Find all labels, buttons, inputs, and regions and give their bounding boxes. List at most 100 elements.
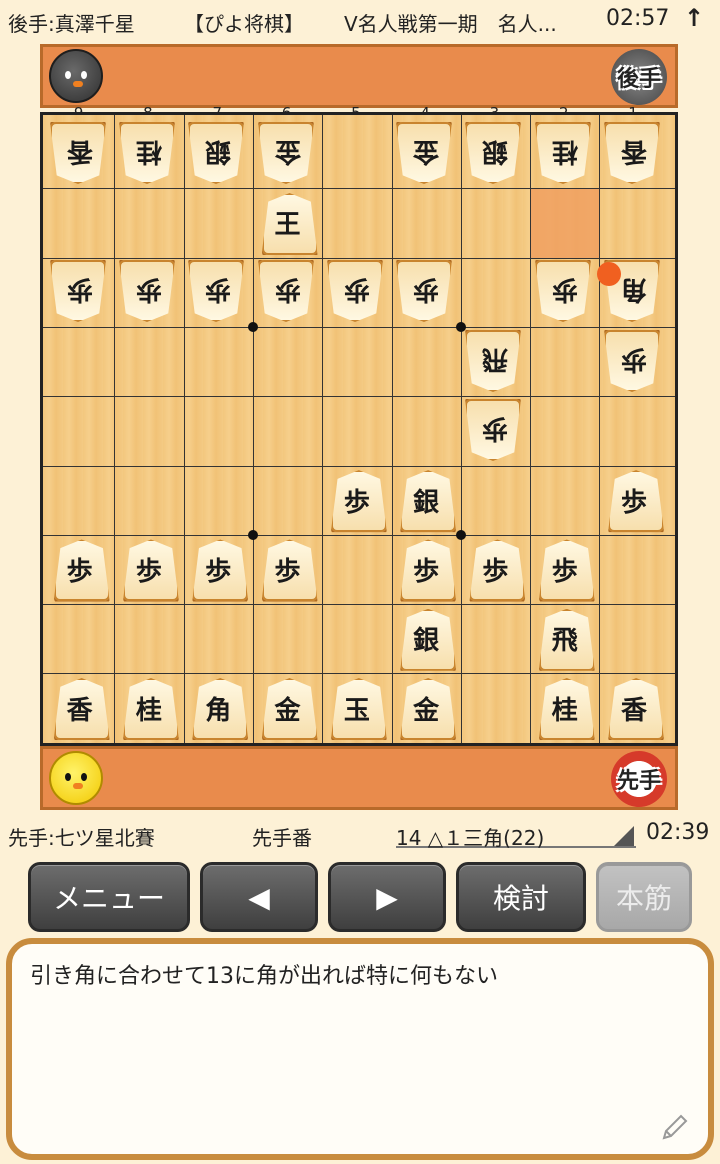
last-move-marker bbox=[597, 261, 622, 286]
piece-char: 香 bbox=[621, 695, 648, 726]
piece-char: 銀 bbox=[205, 136, 232, 167]
comment-box[interactable]: 引き角に合わせて13に角が出れば特に何もない bbox=[6, 938, 714, 1160]
piece-sente-16[interactable]: 歩 bbox=[604, 468, 664, 532]
piece-char: 歩 bbox=[621, 344, 648, 375]
turn-indicator: 先手番 bbox=[252, 826, 312, 850]
piece-sente-37[interactable]: 歩 bbox=[465, 537, 525, 601]
piece-gote-73[interactable]: 歩 bbox=[188, 260, 248, 324]
piece-char: 歩 bbox=[343, 274, 370, 305]
piece-sente-48[interactable]: 銀 bbox=[396, 607, 456, 671]
piece-gote-14[interactable]: 歩 bbox=[604, 330, 664, 394]
event-title: V名人戦第一期 名人... bbox=[344, 12, 557, 36]
comment-text: 引き角に合わせて13に角が出れば特に何もない bbox=[30, 964, 498, 989]
grid-line bbox=[43, 257, 675, 259]
piece-gote-53[interactable]: 歩 bbox=[327, 260, 387, 324]
piece-sente-77[interactable]: 歩 bbox=[188, 537, 248, 601]
sente-avatar-icon bbox=[49, 751, 103, 805]
piece-sente-69[interactable]: 金 bbox=[258, 676, 318, 740]
piece-char: 金 bbox=[413, 136, 440, 167]
grid-line bbox=[322, 115, 324, 743]
piece-gote-35[interactable]: 歩 bbox=[465, 399, 525, 463]
mainline-button[interactable]: 本筋 bbox=[596, 862, 692, 932]
piece-gote-63[interactable]: 歩 bbox=[258, 260, 318, 324]
piece-sente-79[interactable]: 角 bbox=[188, 676, 248, 740]
piece-gote-11[interactable]: 香 bbox=[604, 122, 664, 186]
piece-char: 歩 bbox=[482, 556, 509, 587]
star-point bbox=[247, 529, 258, 540]
piece-sente-59[interactable]: 玉 bbox=[327, 676, 387, 740]
current-move: 14 △１三角(22) bbox=[396, 826, 545, 850]
analyze-button[interactable]: 検討 bbox=[456, 862, 586, 932]
piece-sente-89[interactable]: 桂 bbox=[119, 676, 179, 740]
piece-char: 角 bbox=[205, 695, 232, 726]
piece-char: 歩 bbox=[482, 413, 509, 444]
piece-gote-21[interactable]: 桂 bbox=[535, 122, 595, 186]
piece-char: 桂 bbox=[135, 136, 162, 167]
grid-line bbox=[43, 188, 675, 190]
gote-avatar-icon bbox=[49, 49, 103, 103]
grid-line bbox=[183, 115, 185, 743]
piece-sente-47[interactable]: 歩 bbox=[396, 537, 456, 601]
control-buttons: メニュー ◀ ▶ 検討 本筋 bbox=[0, 862, 720, 934]
piece-char: 歩 bbox=[343, 487, 370, 518]
next-move-button[interactable]: ▶ bbox=[328, 862, 446, 932]
piece-sente-67[interactable]: 歩 bbox=[258, 537, 318, 601]
piece-gote-23[interactable]: 歩 bbox=[535, 260, 595, 324]
piece-gote-81[interactable]: 桂 bbox=[119, 122, 179, 186]
piece-gote-43[interactable]: 歩 bbox=[396, 260, 456, 324]
piece-char: 歩 bbox=[66, 274, 93, 305]
status-row: 先手:七ツ星北賽 先手番 14 △１三角(22) 02:39 bbox=[0, 818, 720, 854]
prev-move-button[interactable]: ◀ bbox=[200, 862, 318, 932]
gote-hand-area[interactable]: 後手 bbox=[40, 44, 678, 108]
title-bar: 後手:真澤千星 【ぴよ将棋】 V名人戦第一期 名人... 02:57 ↑ bbox=[0, 0, 720, 44]
piece-sente-87[interactable]: 歩 bbox=[119, 537, 179, 601]
menu-button[interactable]: メニュー bbox=[28, 862, 190, 932]
piece-char: 金 bbox=[274, 695, 301, 726]
piece-gote-91[interactable]: 香 bbox=[50, 122, 110, 186]
piece-gote-61[interactable]: 金 bbox=[258, 122, 318, 186]
piece-char: 飛 bbox=[551, 626, 578, 657]
app-name: 【ぴよ将棋】 bbox=[184, 12, 304, 36]
flip-board-icon[interactable]: ↑ bbox=[684, 4, 704, 32]
piece-sente-27[interactable]: 歩 bbox=[535, 537, 595, 601]
grid-line bbox=[43, 326, 675, 328]
gote-clock: 02:57 bbox=[606, 6, 670, 31]
piece-gote-34[interactable]: 飛 bbox=[465, 330, 525, 394]
grid-line bbox=[43, 604, 675, 606]
shogi-board[interactable]: 香桂銀金金銀桂香王歩歩歩歩歩歩歩角飛歩歩歩銀歩歩歩歩歩歩歩歩銀飛香桂角金玉金桂香 bbox=[40, 112, 678, 746]
piece-char: 王 bbox=[274, 210, 301, 241]
piece-char: 香 bbox=[66, 136, 93, 167]
piece-char: 歩 bbox=[205, 274, 232, 305]
piece-gote-41[interactable]: 金 bbox=[396, 122, 456, 186]
grid-line bbox=[252, 115, 254, 743]
piece-sente-56[interactable]: 歩 bbox=[327, 468, 387, 532]
piece-char: 銀 bbox=[482, 136, 509, 167]
piece-char: 香 bbox=[66, 695, 93, 726]
piece-char: 桂 bbox=[551, 136, 578, 167]
gote-player-name: 後手:真澤千星 bbox=[8, 12, 135, 36]
move-selector[interactable]: 14 △１三角(22) bbox=[396, 822, 636, 850]
piece-char: 銀 bbox=[413, 626, 440, 657]
piece-sente-62[interactable]: 王 bbox=[258, 191, 318, 255]
piece-sente-49[interactable]: 金 bbox=[396, 676, 456, 740]
piece-sente-46[interactable]: 銀 bbox=[396, 468, 456, 532]
piece-gote-93[interactable]: 歩 bbox=[50, 260, 110, 324]
piece-gote-83[interactable]: 歩 bbox=[119, 260, 179, 324]
piece-sente-97[interactable]: 歩 bbox=[50, 537, 110, 601]
piece-char: 香 bbox=[621, 136, 648, 167]
grid-line bbox=[599, 115, 601, 743]
piece-sente-19[interactable]: 香 bbox=[604, 676, 664, 740]
piece-char: 銀 bbox=[413, 487, 440, 518]
dropdown-icon bbox=[614, 826, 634, 846]
edit-pencil-icon[interactable] bbox=[660, 1112, 690, 1142]
sente-hand-area[interactable]: 先手 bbox=[40, 746, 678, 810]
piece-char: 金 bbox=[413, 695, 440, 726]
grid-line bbox=[114, 115, 116, 743]
piece-sente-28[interactable]: 飛 bbox=[535, 607, 595, 671]
piece-gote-31[interactable]: 銀 bbox=[465, 122, 525, 186]
piece-sente-99[interactable]: 香 bbox=[50, 676, 110, 740]
piece-gote-71[interactable]: 銀 bbox=[188, 122, 248, 186]
grid-line bbox=[43, 396, 675, 398]
piece-sente-29[interactable]: 桂 bbox=[535, 676, 595, 740]
sente-clock: 02:39 bbox=[646, 820, 710, 845]
